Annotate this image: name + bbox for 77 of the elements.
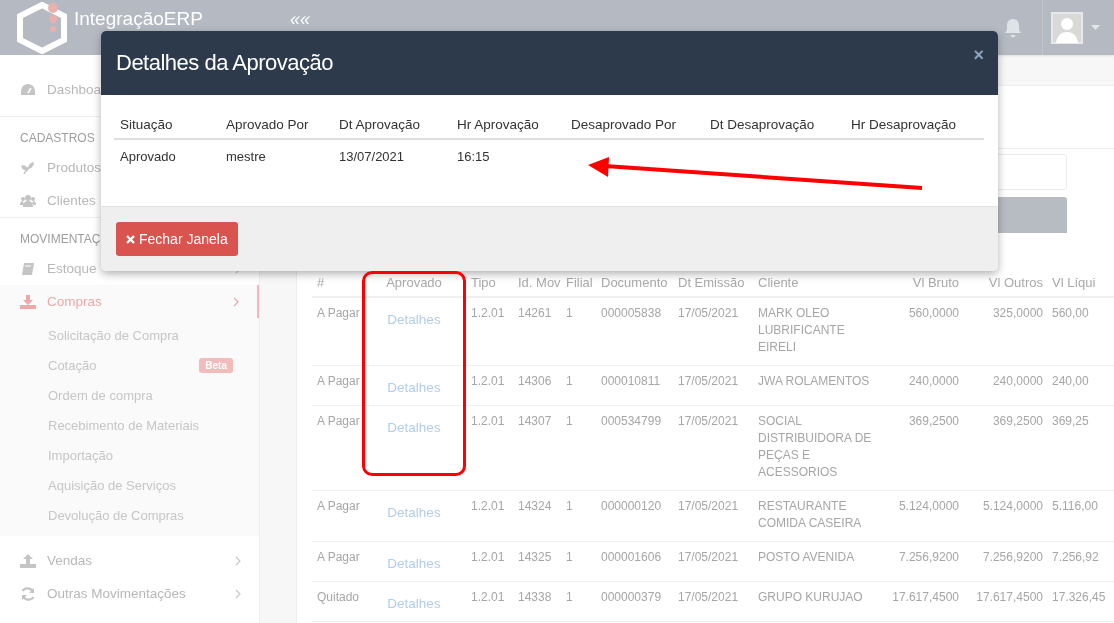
table-cell: 369,2500 [964,405,1048,491]
table-cell: 17.617,4500 [880,581,964,622]
table-cell: SOCIAL DISTRIBUIDORA DE PEÇAS E ACESSORIOS [753,405,880,491]
table-cell: 1 [561,365,596,406]
column-header: Hr Aprovação [451,113,565,139]
sidebar-heading: CADASTROS [20,131,95,147]
table-cell: 17/05/2021 [673,581,753,622]
table-cell: 7.256,9200 [964,541,1048,582]
table-cell: A Pagar [312,365,362,406]
table-cell: 000005838 [596,297,673,366]
column-header: Desaprovado Por [565,113,704,139]
table-cell: 560,0000 [880,297,964,366]
table-cell: 14307 [513,405,561,491]
table-cell: 560,00 [1048,297,1114,366]
table-cell: 17/05/2021 [673,490,753,542]
table-cell: 1.2.01 [466,405,513,491]
table-cell: A Pagar [312,490,362,542]
table-cell: 240,0000 [880,365,964,406]
table-cell: 17/05/2021 [673,297,753,366]
table-cell: GRUPO KURUJAO [753,581,880,622]
table-cell: 000534799 [596,405,673,491]
column-header: Situação [114,113,220,139]
table-cell: 1.2.01 [466,365,513,406]
table-cell: 17/05/2021 [673,541,753,582]
table-cell: 1.2.01 [466,581,513,622]
table-cell: Aprovado [120,148,176,164]
table-cell: A Pagar [312,405,362,491]
app-logo-text: IntegraçãoERP [74,8,203,30]
dialog-title: Detalhes da Aprovação [116,50,333,76]
table-cell: 1 [561,581,596,622]
table-cell: 14325 [513,541,561,582]
table-cell: 1.2.01 [466,490,513,542]
column-header: Dt Desaprovação [704,113,845,139]
table-cell: RESTAURANTE COMIDA CASEIRA [753,490,880,542]
table-cell: 000000379 [596,581,673,622]
table-cell: 325,0000 [964,297,1048,366]
column-header: Aprovado Por [220,113,333,139]
table-cell: 17/05/2021 [673,405,753,491]
column-header: Dt Aprovação [333,113,451,139]
table-cell: 14324 [513,490,561,542]
table-cell: 1.2.01 [466,541,513,582]
table-cell: 14306 [513,365,561,406]
table-cell: A Pagar [312,297,362,366]
table-cell: 240,00 [1048,365,1114,406]
table-cell: 000001606 [596,541,673,582]
table-cell: 1 [561,297,596,366]
table-cell: mestre [226,148,266,164]
table-cell: POSTO AVENIDA [753,541,880,582]
sidebar-heading: MOVIMENTAÇ [20,232,101,248]
beta-badge: Beta [199,357,233,373]
table-cell: 5.124,0000 [880,490,964,542]
table-cell: 7.256,9200 [880,541,964,582]
table-cell: A Pagar [312,541,362,582]
table-cell: 000000120 [596,490,673,542]
table-cell: 5.116,00 [1048,490,1114,542]
table-cell: MARK OLEO LUBRIFICANTE EIRELI [753,297,880,366]
table-cell: 17/05/2021 [673,365,753,406]
table-cell: 14338 [513,581,561,622]
table-cell: 1 [561,541,596,582]
table-cell: 14261 [513,297,561,366]
table-cell: 13/07/2021 [339,148,405,164]
table-cell: 369,2500 [880,405,964,491]
table-cell: 240,0000 [964,365,1048,406]
column-header: Hr Desaprovação [845,113,984,139]
table-cell: 1.2.01 [466,297,513,366]
table-cell: 1 [561,405,596,491]
table-cell: 17.617,4500 [964,581,1048,622]
table-cell: Quitado [312,581,362,622]
table-cell: 16:15 [457,148,490,164]
table-cell: 7.256,92 [1048,541,1114,582]
table-cell: 5.124,0000 [964,490,1048,542]
table-cell: 000010811 [596,365,673,406]
table-cell: 1 [561,490,596,542]
table-cell: 17.326,45 [1048,581,1114,622]
table-cell: JWA ROLAMENTOS [753,365,880,406]
table-cell: 369,25 [1048,405,1114,491]
column-header: Vl Líqui [1048,271,1114,297]
